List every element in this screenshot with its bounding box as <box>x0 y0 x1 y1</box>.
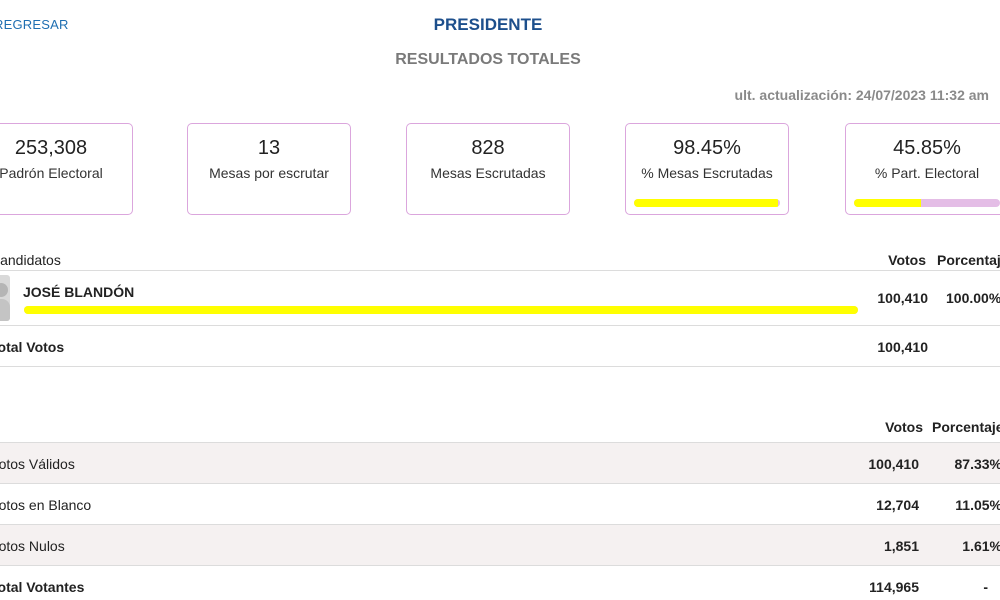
card-mesas-por-escrutar: 13 Mesas por escrutar <box>187 123 351 215</box>
row-percent: 87.33% <box>954 456 1000 472</box>
candidate-vote-fill <box>24 306 858 314</box>
row-percent: 1.61% <box>962 538 1000 554</box>
card-label: Padrón Electoral <box>0 165 103 181</box>
card-value: 13 <box>257 137 281 159</box>
card-pct-participacion: 45.85% % Part. Electoral <box>845 123 1000 215</box>
progress-fill <box>854 199 921 207</box>
card-value: 45.85% <box>893 137 961 159</box>
candidate-photo <box>0 275 10 321</box>
row-label: Votos Válidos <box>0 456 75 472</box>
row-votes: 100,410 <box>868 456 919 472</box>
candidate-row: JOSÉ BLANDÓN 100,410 100.00% <box>0 271 1000 326</box>
candidate-votes: 100,410 <box>877 290 928 306</box>
table-row: Votos Válidos 100,410 87.33% <box>0 443 1000 484</box>
progress-fill <box>634 199 778 207</box>
table-header: Candidatos Votos Porcentaje <box>0 250 1000 271</box>
progress-bar <box>634 199 780 207</box>
row-label: Total Votantes <box>0 579 85 595</box>
card-value: 828 <box>471 137 505 159</box>
card-label: % Part. Electoral <box>874 165 980 181</box>
candidate-name: JOSÉ BLANDÓN <box>23 284 135 300</box>
card-label: Mesas por escrutar <box>209 165 329 181</box>
row-percent: 11.05% <box>955 497 1000 513</box>
col-votes: Votos <box>885 419 923 435</box>
row-votes: 1,851 <box>883 538 919 554</box>
card-pct-mesas: 98.45% % Mesas Escrutadas <box>625 123 789 215</box>
card-mesas-escrutadas: 828 Mesas Escrutadas <box>406 123 570 215</box>
row-votes: 114,965 <box>869 579 919 595</box>
last-updated: ult. actualización: 24/07/2023 11:32 am <box>734 87 989 103</box>
card-value: 253,308 <box>14 137 88 159</box>
card-label: % Mesas Escrutadas <box>641 165 773 181</box>
progress-bar <box>854 199 1000 207</box>
col-votes: Votos <box>888 252 926 268</box>
card-value: 98.45% <box>673 137 741 159</box>
row-label: Votos en Blanco <box>0 497 92 513</box>
total-votes-row: Total Votos 100,410 <box>0 326 1000 367</box>
total-votes-value: 100,410 <box>877 339 928 355</box>
row-percent: - <box>983 579 988 595</box>
candidate-percent: 100.00% <box>946 290 1000 306</box>
card-padron: 253,308 Padrón Electoral <box>0 123 133 215</box>
row-label: Votos Nulos <box>0 538 65 554</box>
col-percent: Porcentaje <box>937 252 1000 268</box>
col-candidates: Candidatos <box>0 252 61 268</box>
page-subtitle: RESULTADOS TOTALES <box>395 51 581 68</box>
table-row: Votos Nulos 1,851 1.61% <box>0 525 1000 566</box>
col-percent: Porcentaje <box>932 419 1000 435</box>
page-title: PRESIDENTE <box>433 15 543 34</box>
row-votes: 12,704 <box>876 497 919 513</box>
table-row: Votos en Blanco 12,704 11.05% <box>0 484 1000 525</box>
total-votes-label: Total Votos <box>0 339 65 355</box>
card-label: Mesas Escrutadas <box>430 165 546 181</box>
table-row: Total Votantes 114,965 - <box>0 566 1000 600</box>
results-page: REGRESAR PRESIDENTE RESULTADOS TOTALES u… <box>0 0 1000 600</box>
table-header: Votos Porcentaje <box>0 415 1000 443</box>
candidate-vote-bar <box>24 306 858 314</box>
